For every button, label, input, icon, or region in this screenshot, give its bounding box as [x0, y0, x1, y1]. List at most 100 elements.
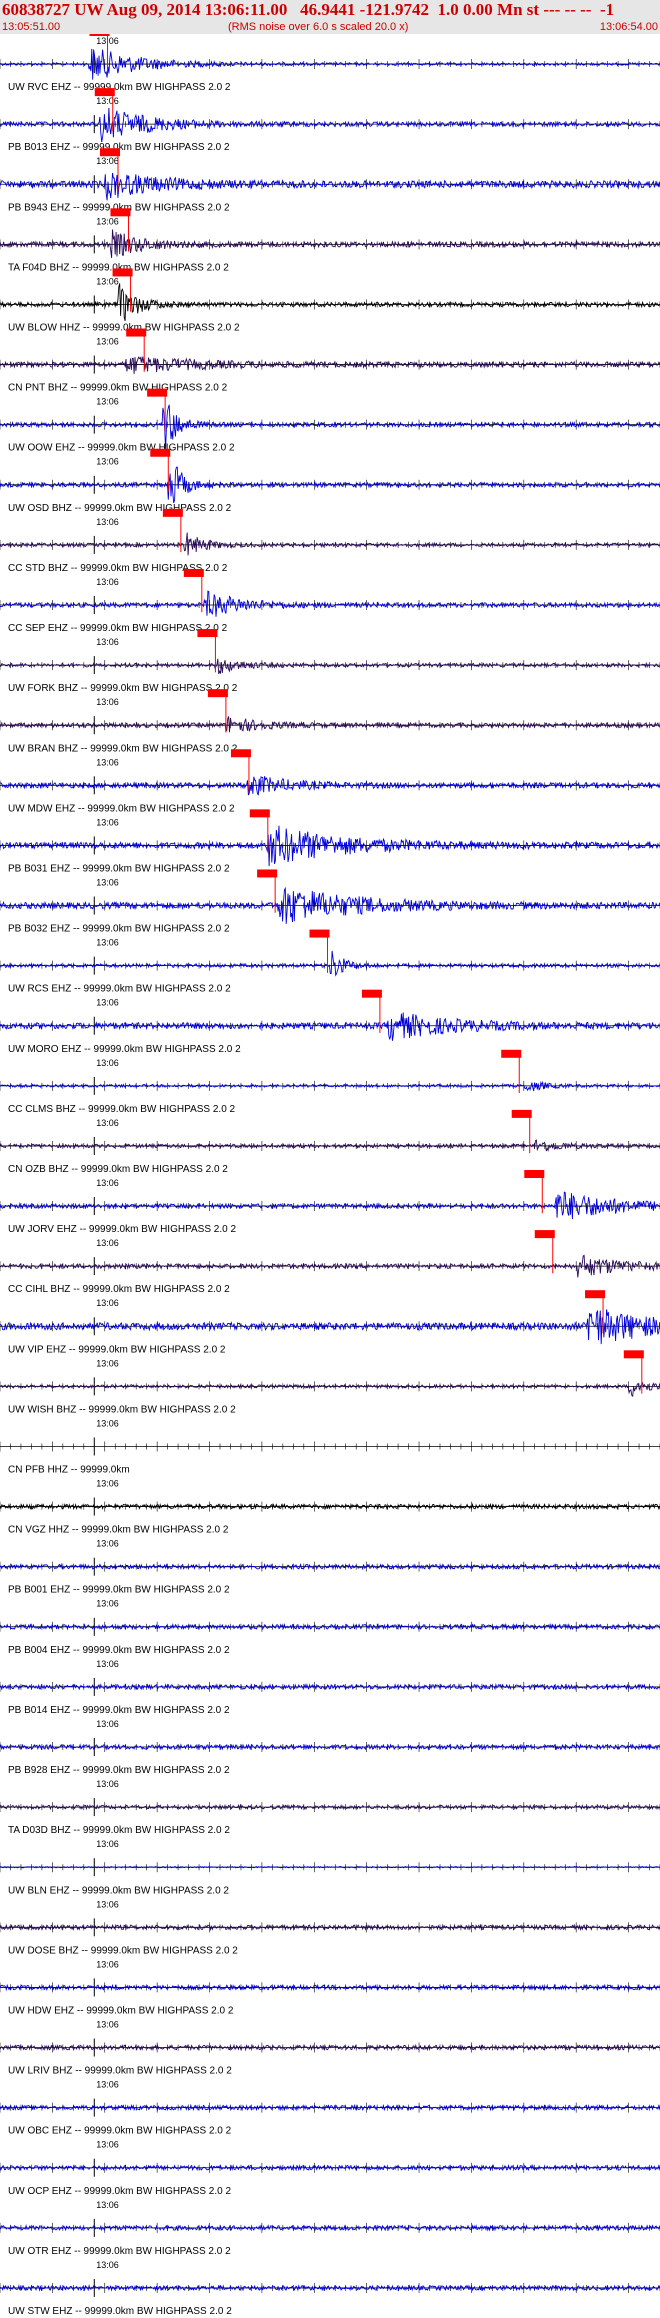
pick-flag	[100, 148, 120, 157]
pick-flag	[126, 328, 147, 337]
station-label: PB B001 EHZ -- 99999.0km BW HIGHPASS 2.0…	[8, 1585, 230, 1596]
waveform	[0, 590, 660, 617]
waveform	[0, 1254, 660, 1278]
minute-label: 13:06	[96, 637, 119, 647]
minute-label: 13:06	[96, 1959, 119, 1969]
station-label: PB B014 EHZ -- 99999.0km BW HIGHPASS 2.0…	[8, 1705, 230, 1716]
minute-label: 13:06	[96, 1118, 119, 1128]
station-label: TA D03D BHZ -- 99999.0km BW HIGHPASS 2.0…	[8, 1825, 230, 1836]
station-label: CC CLMS BHZ -- 99999.0km BW HIGHPASS 2.0…	[8, 1104, 236, 1115]
station-label: UW BLOW HHZ -- 99999.0km BW HIGHPASS 2.0…	[8, 323, 240, 334]
trace-row: 13:06 UW OCP EHZ -- 99999.0km BW HIGHPASS…	[0, 2140, 660, 2197]
station-label: CN PNT BHZ -- 99999.0km BW HIGHPASS 2.0 …	[8, 383, 228, 394]
waveform	[0, 1080, 660, 1092]
waveform	[0, 2043, 660, 2052]
minute-label: 13:06	[96, 2019, 119, 2029]
station-label: UW OOW EHZ -- 99999.0km BW HIGHPASS 2.0 …	[8, 443, 235, 454]
minute-label: 13:06	[96, 1298, 119, 1308]
trace-row: 13:06 PB B001 EHZ -- 99999.0km BW HIGHPAS…	[0, 1539, 660, 1596]
minute-label: 13:06	[96, 397, 119, 407]
trace-row: 13:06 UW OBC EHZ -- 99999.0km BW HIGHPASS…	[0, 2080, 660, 2137]
trace-row: 13:06 UW RCS EHZ -- 99999.0km BW HIGHPASS…	[0, 929, 660, 995]
pick-flag	[230, 749, 251, 758]
minute-label: 13:06	[96, 1659, 119, 1669]
waveform	[0, 283, 660, 322]
pick-flag	[501, 1049, 522, 1058]
waveform	[0, 1309, 660, 1345]
pick-flag	[197, 629, 218, 638]
trace-row: 13:06 CN PNT BHZ -- 99999.0km BW HIGHPASS…	[0, 328, 660, 394]
pick-flag	[534, 1230, 555, 1239]
trace-row: 13:06 CN PFB HHZ -- 99999.0km	[0, 1418, 660, 1476]
waveform	[0, 950, 660, 977]
minute-label: 13:06	[96, 1719, 119, 1729]
station-label: UW VIP EHZ -- 99999.0km BW HIGHPASS 2.0 …	[8, 1344, 226, 1355]
pick-flag	[147, 388, 168, 397]
minute-label: 13:06	[96, 877, 119, 887]
minute-label: 13:06	[96, 817, 119, 827]
minute-label: 13:06	[96, 2200, 119, 2210]
pick-flag	[623, 1350, 644, 1359]
trace-row: 13:06 UW BLN EHZ -- 99999.0km BW HIGHPASS…	[0, 1839, 660, 1896]
trace-row: 13:06 UW FORK BHZ -- 99999.0km BW HIGHPAS…	[0, 629, 660, 694]
trace-row: 13:06 UW JORV EHZ -- 99999.0km BW HIGHPAS…	[0, 1170, 660, 1235]
trace-row: 13:06 UW MDW EHZ -- 99999.0km BW HIGHPASS…	[0, 749, 660, 814]
waveform	[0, 107, 660, 142]
event-title: 60838727 UW Aug 09, 2014 13:06:11.00 46.…	[2, 0, 615, 19]
trace-row: 13:06CC STD BHZ -- 99999.0km BW HIGHPASS…	[0, 508, 660, 574]
pick-flag	[511, 1109, 532, 1118]
station-label: CN VGZ HHZ -- 99999.0km BW HIGHPASS 2.0 …	[8, 1525, 229, 1536]
minute-label: 13:06	[96, 1779, 119, 1789]
station-label: PB B031 EHZ -- 99999.0km BW HIGHPASS 2.0…	[8, 863, 230, 874]
trace-row: 13:06 UW VIP EHZ -- 99999.0km BW HIGHPASS…	[0, 1290, 660, 1355]
minute-label: 13:06	[96, 1839, 119, 1849]
minute-label: 13:06	[96, 1058, 119, 1068]
station-label: CN PFB HHZ -- 99999.0km	[8, 1465, 130, 1476]
minute-label: 13:06	[96, 1539, 119, 1549]
trace-row: 13:06 PB B032 EHZ -- 99999.0km BW HIGHPAS…	[0, 869, 660, 935]
station-label: UW JORV EHZ -- 99999.0km BW HIGHPASS 2.0…	[8, 1224, 236, 1235]
minute-label: 13:06	[96, 697, 119, 707]
station-label: UW OTR EHZ -- 99999.0km BW HIGHPASS 2.0 …	[8, 2246, 231, 2257]
trace-row: 13:06 TA D03D BHZ -- 99999.0km BW HIGHPAS…	[0, 1779, 660, 1836]
minute-label: 13:06	[96, 938, 119, 948]
minute-label: 13:06	[96, 2140, 119, 2150]
minute-label: 13:06	[96, 1599, 119, 1609]
minute-label: 13:06	[96, 1358, 119, 1368]
header-bar: 60838727 UW Aug 09, 2014 13:06:11.00 46.…	[0, 0, 660, 34]
station-label: CN OZB BHZ -- 99999.0km BW HIGHPASS 2.0 …	[8, 1164, 228, 1175]
pick-flag	[89, 34, 110, 36]
minute-label: 13:06	[96, 96, 119, 106]
minute-label: 13:06	[96, 1418, 119, 1428]
rms-note: (RMS noise over 6.0 s scaled 20.0 x)	[228, 21, 409, 33]
pick-flag	[94, 88, 115, 97]
trace-row: 13:06 CC SEP EHZ -- 99999.0km BW HIGHPASS…	[0, 568, 660, 634]
minute-label: 13:06	[96, 757, 119, 767]
pick-flag	[207, 689, 228, 698]
minute-label: 13:06	[96, 517, 119, 527]
trace-row: 13:06 CN VGZ HHZ -- 99999.0km BW HIGHPASS…	[0, 1479, 660, 1536]
station-label: PB B928 EHZ -- 99999.0km BW HIGHPASS 2.0…	[8, 1765, 230, 1776]
pick-flag	[150, 448, 171, 457]
minute-label: 13:06	[96, 998, 119, 1008]
trace-row: 13:06 UW BLOW HHZ -- 99999.0km BW HIGHPAS…	[0, 268, 660, 334]
trace-row: 13:06 UW LRIV BHZ -- 99999.0km BW HIGHPAS…	[0, 2019, 660, 2077]
waveform	[0, 1191, 660, 1220]
minute-label: 13:06	[96, 577, 119, 587]
station-label: UW RCS EHZ -- 99999.0km BW HIGHPASS 2.0 …	[8, 984, 231, 995]
pick-flag	[112, 268, 133, 277]
minute-label: 13:06	[96, 216, 119, 226]
minute-label: 13:06	[96, 156, 119, 166]
station-label: UW OCP EHZ -- 99999.0km BW HIGHPASS 2.0 …	[8, 2186, 231, 2197]
trace-row: 13:06 PB B014 EHZ -- 99999.0km BW HIGHPAS…	[0, 1659, 660, 1716]
minute-label: 13:06	[96, 2260, 119, 2270]
station-label: UW BLN EHZ -- 99999.0km BW HIGHPASS 2.0 …	[8, 1885, 229, 1896]
station-label: UW OSD BHZ -- 99999.0km BW HIGHPASS 2.0 …	[8, 503, 232, 514]
waveform	[0, 229, 660, 259]
station-label: UW HDW EHZ -- 99999.0km BW HIGHPASS 2.0 …	[8, 2005, 234, 2016]
waveform	[0, 356, 660, 374]
start-time: 13:05:51.00	[2, 21, 61, 33]
trace-row: 13:06PB B943 EHZ -- 99999.0km BW HIGHPAS…	[0, 148, 660, 213]
trace-row: 13:06 UW HDW EHZ -- 99999.0km BW HIGHPASS…	[0, 1959, 660, 2016]
waveform	[0, 825, 660, 867]
